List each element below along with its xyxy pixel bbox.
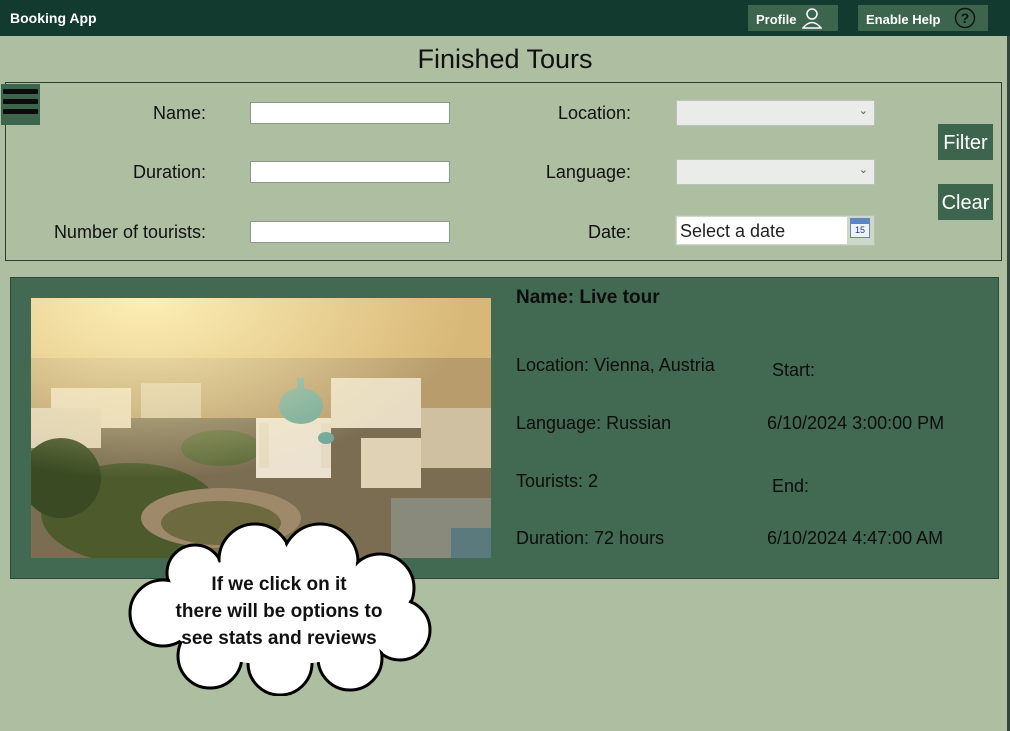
hamburger-line: [3, 109, 38, 114]
language-label: Language:: [545, 162, 631, 182]
calendar-icon-number: 15: [854, 225, 865, 235]
enable-help-label: Enable Help: [866, 11, 941, 27]
profile-label: Profile: [756, 11, 797, 27]
callout-line-1: If we click on it: [211, 574, 347, 595]
callout-text: If we click on it there will be options …: [150, 571, 408, 652]
tour-language: Language: Russian: [516, 413, 672, 433]
end-value: 6/10/2024 4:47:00 AM: [767, 528, 944, 548]
tourists-label: Number of tourists:: [53, 222, 206, 242]
hamburger-icon: [3, 89, 38, 94]
question-circle-icon: ?: [955, 7, 976, 29]
enable-help-button[interactable]: Enable Help ?: [858, 5, 988, 31]
name-label: Name:: [152, 103, 206, 123]
start-value: 6/10/2024 3:00:00 PM: [767, 413, 945, 433]
filter-button[interactable]: Filter: [938, 124, 993, 160]
callout-line-3: see stats and reviews: [181, 628, 377, 649]
tour-location: Location: Vienna, Austria: [516, 355, 715, 375]
location-label: Location:: [557, 103, 631, 123]
duration-input[interactable]: [250, 161, 450, 183]
date-label: Date:: [587, 222, 631, 242]
page-title: Finished Tours: [417, 44, 593, 74]
duration-label: Duration:: [132, 162, 206, 182]
app-title: Booking App: [10, 10, 97, 26]
clear-button[interactable]: Clear: [938, 184, 993, 220]
chevron-down-icon: ⌄: [858, 164, 868, 176]
chevron-down-icon: ⌄: [858, 105, 868, 117]
person-icon: [802, 8, 823, 29]
hamburger-line: [3, 99, 38, 104]
end-label: End:: [772, 476, 810, 496]
start-label: Start:: [772, 360, 816, 380]
tour-duration: Duration: 72 hours: [516, 528, 665, 548]
title-bar: Booking App Profile Enable Help ?: [0, 0, 1010, 36]
profile-button[interactable]: Profile: [748, 5, 838, 31]
location-select[interactable]: ⌄: [676, 100, 875, 126]
tour-name: Name: Live tour: [516, 287, 660, 308]
name-input[interactable]: [250, 102, 450, 124]
tourists-input[interactable]: [250, 221, 450, 243]
calendar-icon[interactable]: 15: [850, 218, 870, 238]
date-picker[interactable]: Select a date 15: [675, 215, 875, 246]
callout-line-2: there will be options to: [175, 601, 383, 622]
date-placeholder[interactable]: Select a date: [677, 217, 847, 244]
svg-text:?: ?: [961, 10, 970, 26]
language-select[interactable]: ⌄: [676, 159, 875, 185]
tour-tourists: Tourists: 2: [516, 471, 599, 491]
hamburger-menu-button[interactable]: [1, 84, 40, 125]
